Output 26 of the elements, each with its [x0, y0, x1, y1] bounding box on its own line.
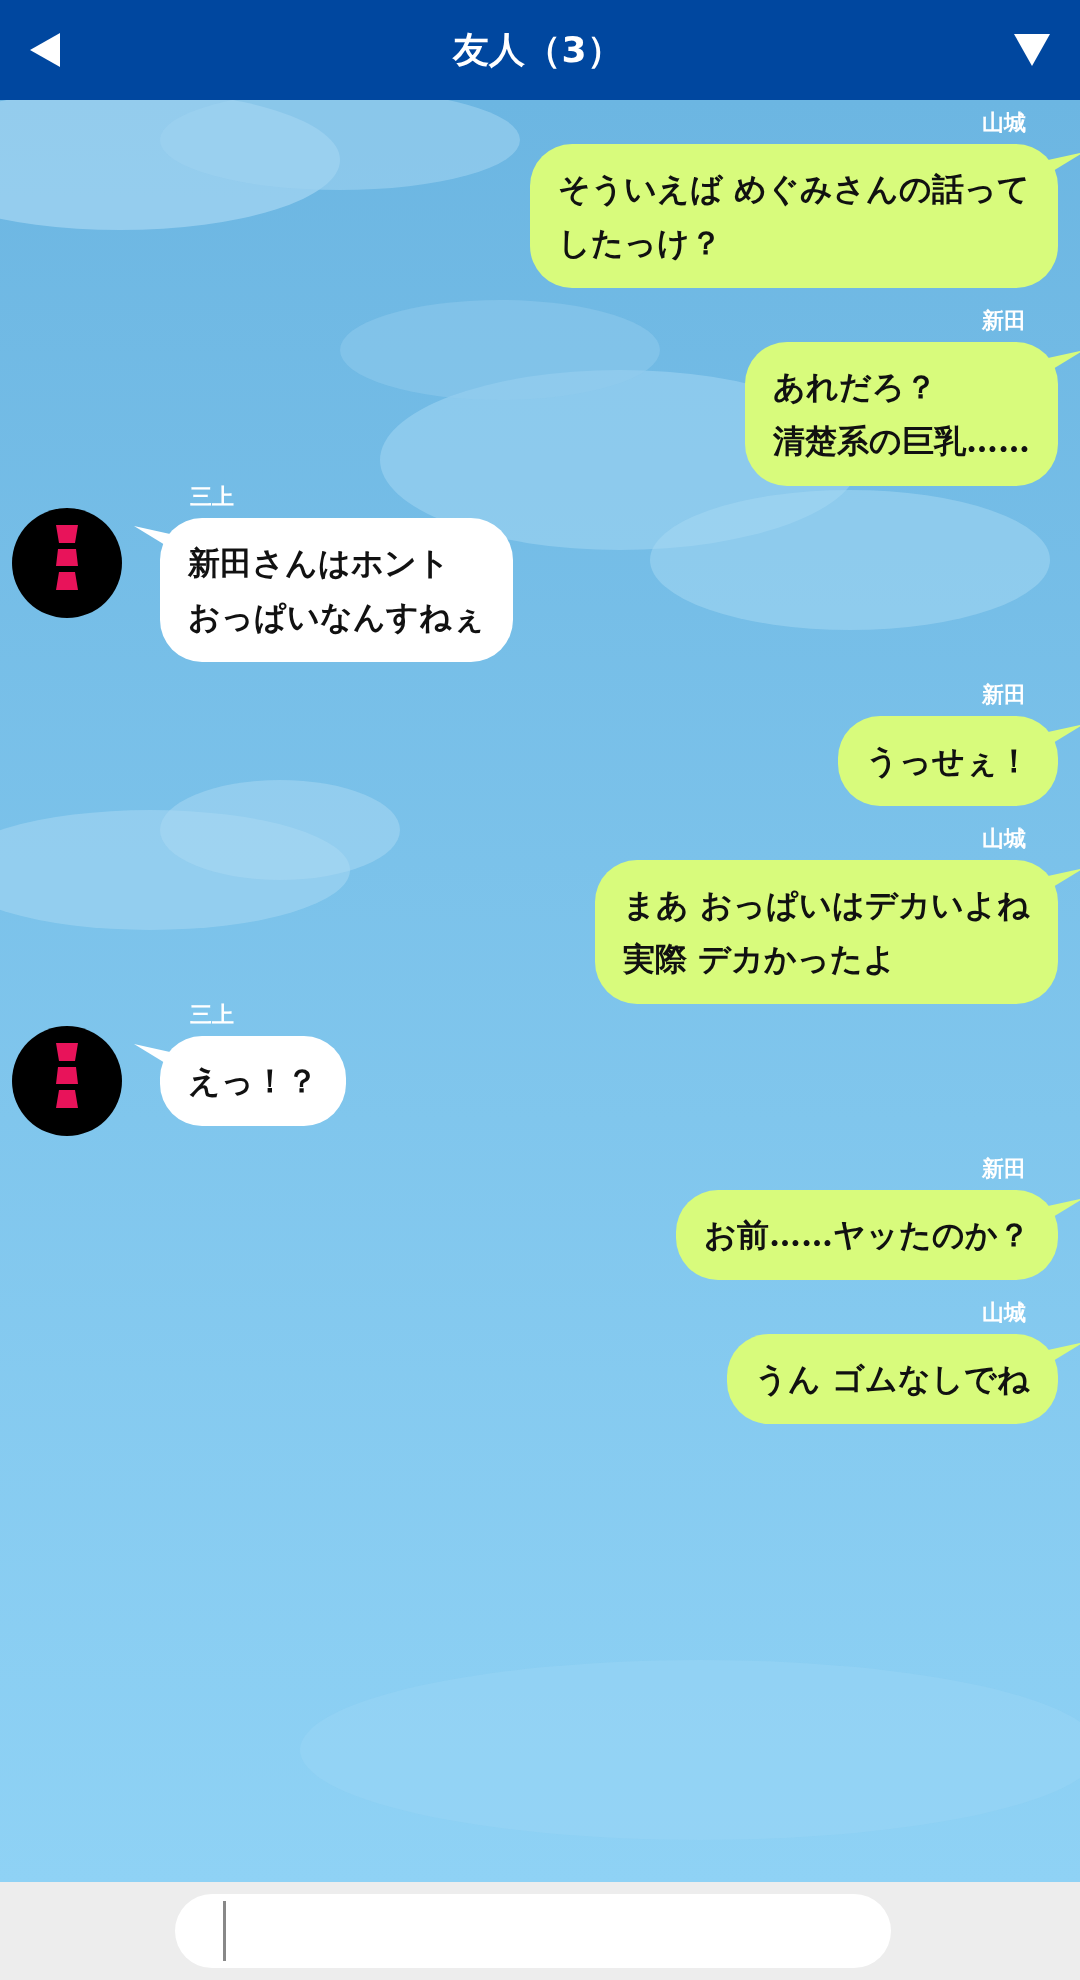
message-text: 新田さんはホント — [188, 543, 451, 584]
sender-name: 山城 — [982, 1299, 1026, 1327]
back-icon[interactable] — [30, 33, 62, 67]
sender-name: 新田 — [982, 307, 1026, 335]
message-text: えっ！？ — [188, 1061, 318, 1102]
sender-name: 新田 — [982, 1155, 1026, 1183]
sender-name: 三上 — [190, 1001, 234, 1029]
sender-name: 山城 — [982, 109, 1026, 137]
sender-name: 三上 — [190, 483, 234, 511]
chat-title: 友人（3） — [453, 27, 623, 72]
message-text: おっぱいなんすねぇ — [188, 597, 485, 638]
message-text: 清楚系の巨乳…… — [773, 421, 1030, 462]
message-text: まあ おっぱいはデカいよね — [622, 885, 1030, 926]
message-text: 実際 デカかったよ — [622, 939, 897, 980]
sender-name: 山城 — [982, 825, 1026, 853]
dropdown-icon[interactable] — [1014, 34, 1050, 66]
message-text: あれだろ？ — [773, 367, 938, 408]
message-text: お前……ヤッたのか？ — [704, 1215, 1030, 1256]
message-text: したっけ？ — [557, 223, 723, 264]
message-text: うっせぇ！ — [866, 741, 1030, 782]
avatar-icon[interactable] — [12, 1026, 122, 1136]
message-text: うん ゴムなしでね — [754, 1359, 1030, 1400]
text-cursor — [222, 1901, 226, 1961]
message-text: そういえば めぐみさんの話って — [557, 169, 1030, 210]
avatar-icon[interactable] — [12, 508, 122, 618]
sender-name: 新田 — [982, 681, 1026, 709]
